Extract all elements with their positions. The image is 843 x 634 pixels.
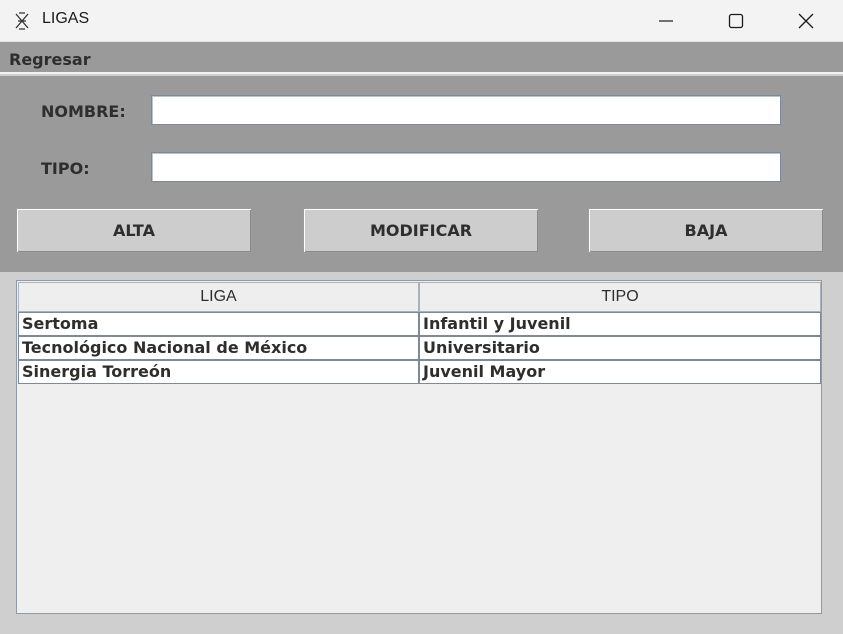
cell-liga[interactable]: Sertoma [18, 312, 419, 336]
form-panel: NOMBRE: TIPO: ALTA MODIFICAR BAJA [0, 76, 843, 272]
cell-tipo[interactable]: Juvenil Mayor [419, 360, 821, 384]
tipo-label: TIPO: [41, 159, 90, 178]
menu-bar: Regresar [0, 42, 843, 74]
nombre-input[interactable] [151, 95, 781, 125]
app-icon [15, 12, 29, 30]
table-row[interactable]: Tecnológico Nacional de México Universit… [18, 336, 821, 360]
table-row[interactable]: Sinergia Torreón Juvenil Mayor [18, 360, 821, 384]
close-icon [798, 13, 814, 29]
minimize-button[interactable] [631, 0, 701, 42]
window-title: LIGAS [42, 10, 90, 27]
title-bar: LIGAS [0, 0, 843, 42]
close-button[interactable] [771, 0, 841, 42]
maximize-button[interactable] [701, 0, 771, 42]
cell-tipo[interactable]: Universitario [419, 336, 821, 360]
tipo-input[interactable] [151, 152, 781, 182]
column-header-liga[interactable]: LIGA [18, 282, 419, 312]
baja-button[interactable]: BAJA [588, 208, 824, 253]
table-header: LIGA TIPO [18, 282, 821, 312]
column-header-tipo[interactable]: TIPO [419, 282, 821, 312]
ligas-table[interactable]: LIGA TIPO Sertoma Infantil y Juvenil Tec… [16, 280, 822, 614]
table-body: Sertoma Infantil y Juvenil Tecnológico N… [18, 312, 821, 384]
table-row[interactable]: Sertoma Infantil y Juvenil [18, 312, 821, 336]
cell-liga[interactable]: Tecnológico Nacional de México [18, 336, 419, 360]
maximize-icon [728, 13, 744, 29]
nombre-label: NOMBRE: [41, 102, 126, 121]
alta-button[interactable]: ALTA [16, 208, 252, 253]
modificar-button[interactable]: MODIFICAR [303, 208, 539, 253]
cell-liga[interactable]: Sinergia Torreón [18, 360, 419, 384]
cell-tipo[interactable]: Infantil y Juvenil [419, 312, 821, 336]
minimize-icon [659, 20, 673, 22]
menu-item-regresar[interactable]: Regresar [9, 50, 91, 69]
window-content: Regresar NOMBRE: TIPO: ALTA MODIFICAR BA… [0, 42, 843, 634]
